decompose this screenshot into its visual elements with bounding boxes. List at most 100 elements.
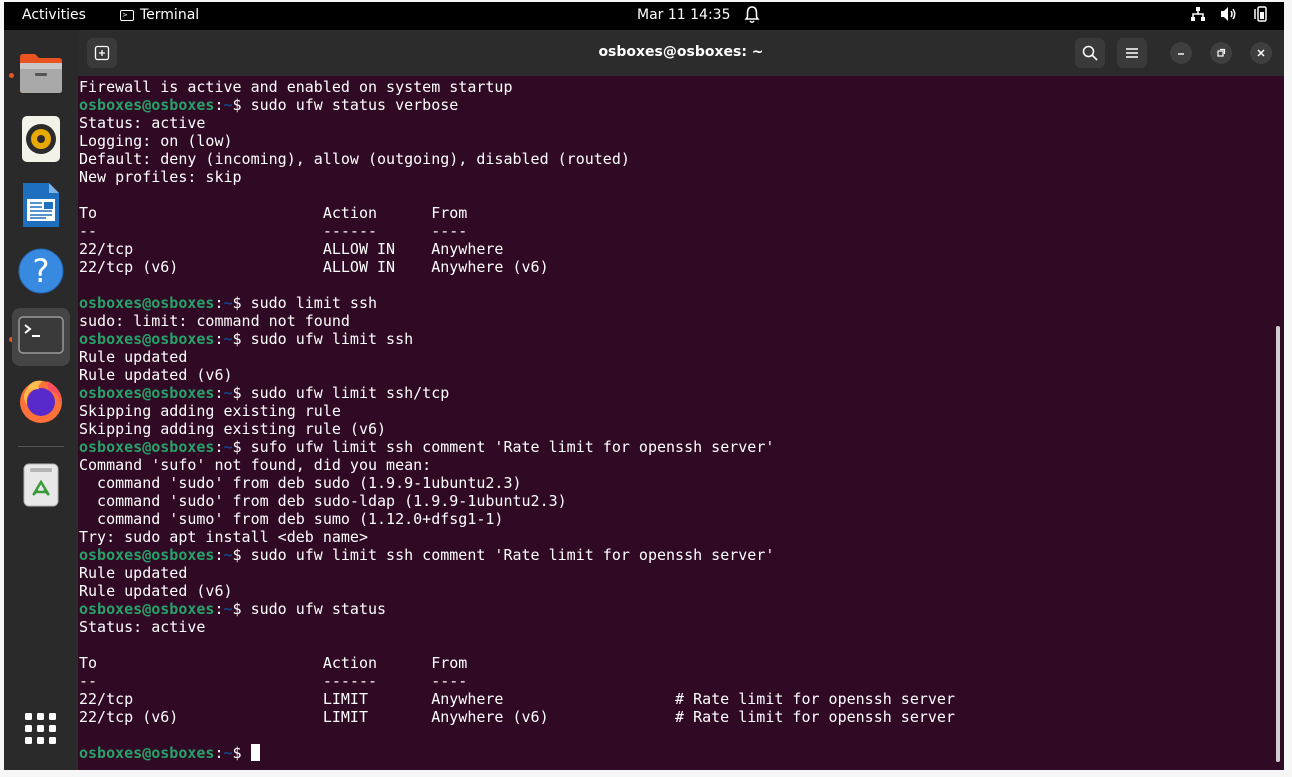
prompt-line: osboxes@osboxes:~$ sudo limit ssh [79, 294, 1274, 312]
prompt-line: osboxes@osboxes:~$ sufo ufw limit ssh co… [79, 438, 1274, 456]
output-line: 22/tcp ALLOW IN Anywhere [79, 240, 504, 258]
maximize-button[interactable] [1210, 42, 1232, 64]
close-button[interactable] [1250, 42, 1272, 64]
minimize-button[interactable] [1170, 42, 1192, 64]
prompt-symbol: $ [232, 294, 251, 312]
dock-separator [18, 446, 64, 447]
files-icon [18, 51, 64, 99]
dock: ? [4, 30, 78, 770]
prompt-colon: : [214, 744, 224, 762]
prompt-path: ~ [223, 600, 233, 618]
output-line: Rule updated [79, 564, 188, 582]
prompt-line: osboxes@osboxes:~$ sudo ufw status [79, 600, 1274, 618]
search-button[interactable] [1075, 38, 1105, 68]
prompt-colon: : [214, 294, 224, 312]
output-line: command 'sudo' from deb sudo (1.9.9-1ubu… [79, 474, 522, 492]
command-text: sudo ufw status [250, 600, 387, 618]
top-bar: Activities > Terminal Mar 11 14:35 [4, 2, 1284, 30]
network-icon [1190, 6, 1206, 22]
dock-firefox[interactable] [12, 374, 70, 432]
prompt-path: ~ [223, 546, 233, 564]
output-line: -- ------ ---- [79, 672, 468, 690]
terminal-output[interactable]: Firewall is active and enabled on system… [78, 76, 1274, 770]
close-icon [1257, 49, 1265, 57]
output-line: To Action From [79, 204, 468, 222]
writer-icon [21, 181, 61, 233]
output-line: -- ------ ---- [79, 222, 468, 240]
power-icon [1252, 6, 1270, 22]
output-line: command 'sumo' from deb sumo (1.12.0+dfs… [79, 510, 504, 528]
command-text: sudo ufw limit ssh comment 'Rate limit f… [250, 546, 775, 564]
prompt-symbol: $ [232, 330, 251, 348]
output-line: Rule updated [79, 348, 188, 366]
command-text: sudo ufw limit ssh/tcp [250, 384, 450, 402]
activities-button[interactable]: Activities [22, 7, 86, 23]
menu-button[interactable] [1117, 38, 1147, 68]
minimize-icon [1178, 53, 1184, 55]
prompt-user: osboxes@osboxes [79, 96, 215, 114]
dock-rhythmbox[interactable] [12, 112, 70, 170]
output-line: 22/tcp LIMIT Anywhere # Rate limit for o… [79, 690, 955, 708]
text-cursor [250, 744, 260, 761]
output-line: sudo: limit: command not found [79, 312, 350, 330]
dock-writer[interactable] [12, 178, 70, 236]
command-text: sudo ufw limit ssh [250, 330, 414, 348]
notification-bell-icon [744, 5, 760, 25]
output-line: Skipping adding existing rule (v6) [79, 420, 387, 438]
terminal-small-icon: > [120, 9, 134, 21]
output-line: 22/tcp (v6) LIMIT Anywhere (v6) # Rate l… [79, 708, 955, 726]
output-line: To Action From [79, 654, 468, 672]
prompt-symbol: $ [232, 546, 251, 564]
prompt-symbol: $ [232, 384, 251, 402]
search-icon [1082, 45, 1098, 61]
output-line: Rule updated (v6) [79, 582, 233, 600]
prompt-line: osboxes@osboxes:~$ sudo ufw limit ssh co… [79, 546, 1274, 564]
svg-text:?: ? [33, 252, 50, 290]
prompt-symbol: $ [232, 744, 251, 762]
command-text: sudo limit ssh [250, 294, 378, 312]
output-line: Logging: on (low) [79, 132, 233, 150]
help-icon: ? [18, 248, 64, 298]
prompt-colon: : [214, 438, 224, 456]
header-bar[interactable]: osboxes@osboxes: ~ [78, 30, 1284, 76]
trash-icon [22, 462, 60, 512]
prompt-path: ~ [223, 384, 233, 402]
output-line: Try: sudo apt install <deb name> [79, 528, 368, 546]
output-line: Default: deny (incoming), allow (outgoin… [79, 150, 630, 168]
output-line: New profiles: skip [79, 168, 242, 186]
app-menu[interactable]: > Terminal [120, 7, 199, 23]
output-line: Command 'sufo' not found, did you mean: [79, 456, 432, 474]
dock-terminal[interactable] [12, 308, 70, 366]
output-line: Skipping adding existing rule [79, 402, 341, 420]
output-line: Rule updated (v6) [79, 366, 233, 384]
app-menu-label: Terminal [140, 7, 200, 23]
restore-icon [1217, 48, 1226, 57]
prompt-user: osboxes@osboxes [79, 330, 215, 348]
prompt-path: ~ [223, 294, 233, 312]
prompt-symbol: $ [232, 96, 251, 114]
clock[interactable]: Mar 11 14:35 [637, 7, 730, 23]
prompt-user: osboxes@osboxes [79, 744, 215, 762]
show-apps-icon [24, 712, 58, 750]
command-text: sudo ufw status verbose [250, 96, 459, 114]
terminal-window: osboxes@osboxes: ~ Firewall is active an… [78, 30, 1284, 770]
dock-show-apps[interactable] [12, 702, 70, 760]
prompt-user: osboxes@osboxes [79, 438, 215, 456]
prompt-user: osboxes@osboxes [79, 384, 215, 402]
prompt-colon: : [214, 96, 224, 114]
prompt-colon: : [214, 600, 224, 618]
dock-files[interactable] [12, 46, 70, 104]
prompt-line: osboxes@osboxes:~$ [79, 744, 1274, 762]
prompt-symbol: $ [232, 600, 251, 618]
prompt-path: ~ [223, 438, 233, 456]
prompt-line: osboxes@osboxes:~$ sudo ufw limit ssh/tc… [79, 384, 1274, 402]
prompt-path: ~ [223, 744, 233, 762]
dock-trash[interactable] [12, 458, 70, 516]
system-tray[interactable] [1190, 6, 1270, 22]
firefox-icon [17, 377, 65, 429]
scrollbar[interactable] [1276, 326, 1280, 762]
dock-help[interactable]: ? [12, 244, 70, 302]
